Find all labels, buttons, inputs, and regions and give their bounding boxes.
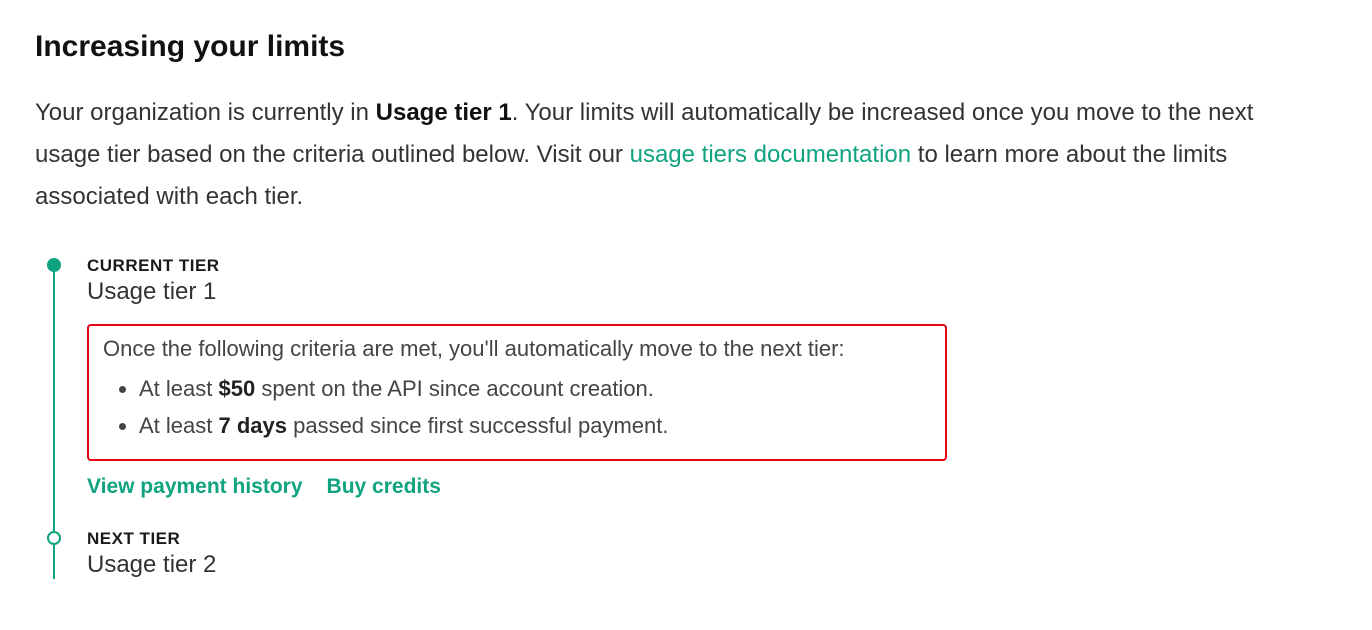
next-tier-label: NEXT TIER bbox=[87, 529, 1337, 549]
current-tier-label: CURRENT TIER bbox=[87, 256, 1337, 276]
criteria-item-2: At least 7 days passed since first succe… bbox=[139, 407, 931, 444]
timeline-dot-hollow-icon bbox=[47, 531, 61, 545]
page-heading: Increasing your limits bbox=[35, 30, 1337, 64]
intro-bold-tier: Usage tier 1 bbox=[376, 99, 512, 126]
criteria-list: At least $50 spent on the API since acco… bbox=[103, 370, 931, 445]
intro-text-1: Your organization is currently in bbox=[35, 99, 376, 126]
action-links-row: View payment history Buy credits bbox=[87, 475, 1337, 499]
criteria-2-bold: 7 days bbox=[218, 413, 287, 438]
criteria-item-1: At least $50 spent on the API since acco… bbox=[139, 370, 931, 407]
intro-paragraph: Your organization is currently in Usage … bbox=[35, 92, 1285, 218]
next-tier-name: Usage tier 2 bbox=[87, 551, 1337, 579]
criteria-1-bold: $50 bbox=[218, 376, 255, 401]
criteria-2-pre: At least bbox=[139, 413, 218, 438]
tier-timeline: CURRENT TIER Usage tier 1 Once the follo… bbox=[47, 256, 1337, 579]
current-tier-item: CURRENT TIER Usage tier 1 Once the follo… bbox=[87, 256, 1337, 499]
criteria-1-pre: At least bbox=[139, 376, 218, 401]
timeline-dot-filled-icon bbox=[47, 258, 61, 272]
next-tier-item: NEXT TIER Usage tier 2 bbox=[87, 529, 1337, 579]
buy-credits-link[interactable]: Buy credits bbox=[327, 475, 441, 499]
current-tier-name: Usage tier 1 bbox=[87, 278, 1337, 306]
criteria-intro-text: Once the following criteria are met, you… bbox=[103, 336, 931, 362]
criteria-1-post: spent on the API since account creation. bbox=[255, 376, 654, 401]
usage-tiers-doc-link[interactable]: usage tiers documentation bbox=[630, 141, 912, 168]
criteria-highlight-box: Once the following criteria are met, you… bbox=[87, 324, 947, 461]
criteria-2-post: passed since first successful payment. bbox=[287, 413, 669, 438]
view-payment-history-link[interactable]: View payment history bbox=[87, 475, 303, 499]
